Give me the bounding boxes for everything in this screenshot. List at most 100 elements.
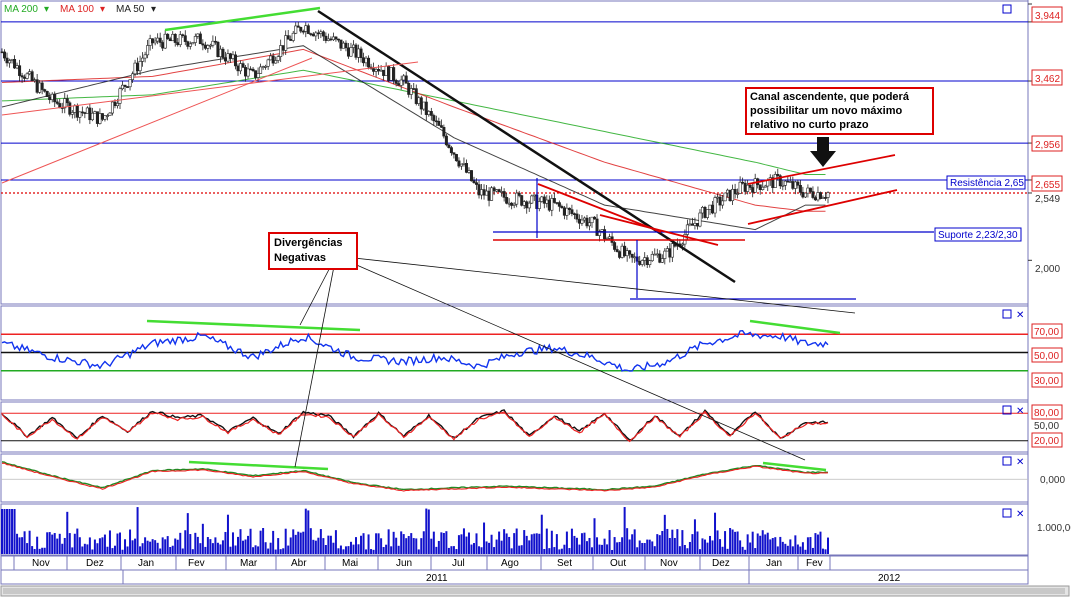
close-icon[interactable]: ✕ bbox=[1016, 310, 1024, 321]
legend-ma100[interactable]: MA 100 bbox=[60, 4, 94, 15]
panel-controls: ✕ ✕ ✕ ✕ bbox=[1002, 4, 1024, 520]
candle-body bbox=[83, 112, 87, 114]
candle-body bbox=[590, 216, 594, 224]
volume-bar bbox=[81, 546, 84, 554]
volume-bar bbox=[319, 529, 322, 554]
maximize-icon[interactable] bbox=[1002, 4, 1012, 14]
price-axis: 3,944 3,462 2,956 2,655 2,549 2,000 bbox=[1031, 6, 1063, 275]
candle-body bbox=[700, 206, 704, 214]
candle-body bbox=[291, 32, 295, 41]
month-label: Jul bbox=[452, 558, 465, 569]
legend-ma50[interactable]: MA 50 bbox=[116, 4, 145, 15]
volume-bar bbox=[16, 533, 19, 554]
candle-body bbox=[113, 101, 117, 107]
volume-bar bbox=[415, 538, 418, 554]
close-icon[interactable]: ✕ bbox=[1016, 406, 1024, 417]
candle-body bbox=[389, 67, 393, 81]
volume-bar bbox=[420, 538, 423, 554]
candle-body bbox=[580, 219, 584, 224]
candle-body bbox=[23, 76, 27, 79]
volume-bar bbox=[405, 538, 408, 554]
divergence-connector bbox=[294, 255, 337, 468]
volume-bar bbox=[302, 531, 305, 554]
volume-bar bbox=[332, 542, 335, 554]
candle-body bbox=[372, 68, 376, 72]
volume-bar bbox=[520, 545, 523, 554]
candle-body bbox=[826, 192, 830, 198]
candle-body bbox=[813, 197, 817, 201]
horizontal-scrollbar[interactable] bbox=[0, 585, 1070, 597]
candle-body bbox=[711, 204, 715, 214]
candle-body bbox=[808, 187, 812, 192]
volume-bar bbox=[134, 538, 137, 554]
candle-body bbox=[329, 38, 333, 41]
panel-frame bbox=[0, 453, 1029, 503]
candle-body bbox=[741, 181, 745, 184]
legend-ma200[interactable]: MA 200 bbox=[4, 4, 38, 15]
volume-bar bbox=[447, 547, 450, 554]
legend-ma50-dropdown-icon[interactable]: ▾ bbox=[151, 4, 156, 15]
volume-bar bbox=[714, 512, 717, 554]
volume-bar bbox=[668, 538, 671, 554]
candle-body bbox=[530, 195, 534, 204]
volume-bar bbox=[693, 519, 696, 554]
candle-body bbox=[321, 31, 325, 37]
close-icon[interactable]: ✕ bbox=[1016, 509, 1024, 520]
volume-bar bbox=[352, 544, 355, 554]
volume-bar bbox=[611, 549, 614, 554]
candle-body bbox=[577, 218, 581, 224]
candle-body bbox=[414, 88, 418, 104]
volume-bar bbox=[628, 539, 631, 554]
candle-body bbox=[173, 33, 177, 43]
volume-bar bbox=[809, 537, 812, 554]
candle-body bbox=[216, 41, 220, 57]
candle-body bbox=[532, 194, 536, 197]
volume-bar bbox=[741, 546, 744, 554]
volume-bar bbox=[116, 533, 119, 554]
candle-body bbox=[193, 36, 197, 43]
macd-divergence-line bbox=[188, 460, 329, 471]
close-icon[interactable]: ✕ bbox=[1016, 457, 1024, 468]
candle-body bbox=[512, 203, 516, 206]
volume-bar bbox=[791, 546, 794, 554]
volume-bar bbox=[219, 544, 222, 554]
volume-bar bbox=[380, 538, 383, 554]
volume-bar bbox=[395, 537, 398, 554]
legend-ma200-dropdown-icon[interactable]: ▾ bbox=[44, 4, 49, 15]
candle-body bbox=[153, 40, 157, 44]
candle-body bbox=[475, 182, 479, 185]
volume-bar bbox=[731, 529, 734, 554]
volume-bar bbox=[355, 537, 357, 554]
candle-body bbox=[527, 202, 531, 209]
volume-bar bbox=[209, 539, 212, 554]
candle-body bbox=[643, 257, 647, 261]
stochastic-panel bbox=[1, 409, 1028, 443]
maximize-icon[interactable] bbox=[1002, 309, 1012, 319]
volume-bar bbox=[746, 534, 749, 554]
volume-bar bbox=[365, 549, 368, 554]
candle-body bbox=[788, 181, 792, 183]
legend-ma100-dropdown-icon[interactable]: ▾ bbox=[100, 4, 105, 15]
candle-body bbox=[743, 182, 747, 192]
rsi-panel bbox=[1, 319, 1028, 372]
candle-body bbox=[178, 34, 182, 46]
candle-body bbox=[417, 97, 421, 104]
candle-body bbox=[65, 98, 69, 104]
volume-bar bbox=[560, 548, 563, 554]
candle-body bbox=[90, 112, 94, 121]
volume-bar bbox=[252, 547, 255, 554]
volume-bar bbox=[297, 531, 300, 554]
candle-body bbox=[648, 260, 652, 265]
volume-bar bbox=[129, 529, 132, 554]
maximize-icon[interactable] bbox=[1002, 456, 1012, 466]
volume-bar bbox=[98, 538, 101, 554]
rsi-divergence-line bbox=[146, 319, 361, 332]
maximize-icon[interactable] bbox=[1002, 508, 1012, 518]
volume-bar bbox=[794, 535, 797, 554]
volume-bar bbox=[774, 537, 777, 554]
candle-body bbox=[85, 107, 89, 114]
volume-bar bbox=[771, 538, 774, 554]
candle-body bbox=[191, 42, 195, 45]
volume-bar bbox=[565, 531, 568, 554]
volume-bar bbox=[206, 537, 209, 554]
